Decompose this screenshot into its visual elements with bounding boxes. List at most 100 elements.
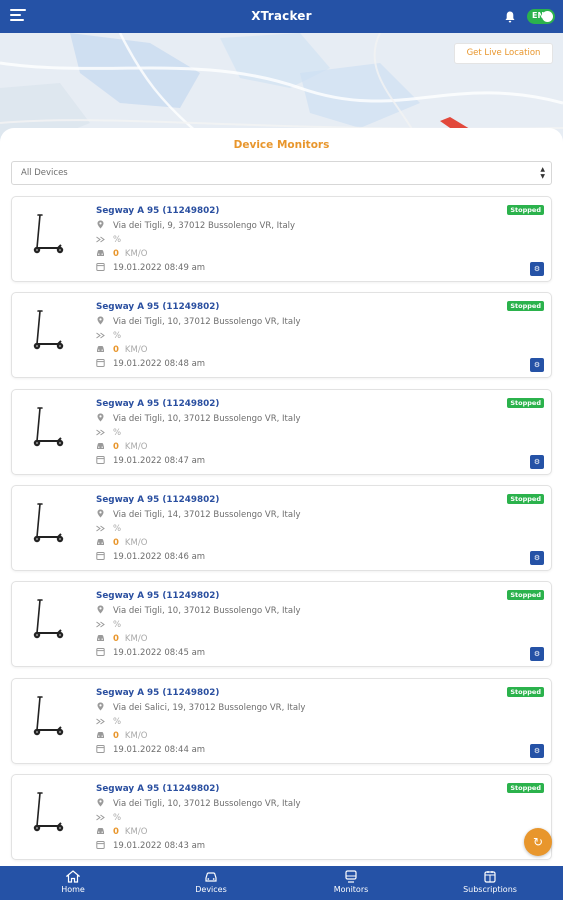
device-card[interactable]: Segway A 95 (11249802) Via dei Tigli, 10,… <box>11 581 552 668</box>
battery-icon <box>96 523 105 532</box>
monitor-icon <box>344 870 358 883</box>
calendar-icon <box>96 358 105 368</box>
device-time-row: 19.01.2022 08:48 am <box>96 358 205 369</box>
device-speed: 0 <box>113 634 119 645</box>
top-app-bar: XTracker EN <box>0 0 563 33</box>
status-badge: Stopped <box>507 590 544 601</box>
car-icon <box>204 870 218 883</box>
scooter-image <box>28 404 68 450</box>
nav-monitors-label: Monitors <box>333 885 369 894</box>
device-address-row: Via dei Salici, 19, 37012 Bussolengo VR,… <box>96 702 305 713</box>
device-details-button[interactable]: ⚙ <box>530 743 544 758</box>
device-name: Segway A 95 (11249802) <box>96 591 220 602</box>
device-speed: 0 <box>113 345 119 356</box>
calendar-icon <box>96 840 105 849</box>
device-card[interactable]: Segway A 95 (11249802) Via dei Tigli, 10,… <box>11 773 552 860</box>
battery-icon <box>96 619 105 628</box>
scooter-image <box>28 500 68 546</box>
device-time-row: 19.01.2022 08:49 am <box>96 262 205 273</box>
device-speed-row: 0 KM/O <box>96 633 147 644</box>
device-speed: 0 <box>113 249 119 259</box>
battery-icon <box>96 427 105 436</box>
device-speed-row: 0 KM/O <box>96 344 147 355</box>
status-badge: Stopped <box>507 301 544 312</box>
calendar-icon <box>483 870 497 883</box>
refresh-fab-button[interactable]: ↻ <box>524 828 552 856</box>
scooter-image <box>28 307 68 353</box>
calendar-icon <box>96 551 105 560</box>
device-card[interactable]: Segway A 95 (11249802) Via dei Tigli, 10,… <box>11 388 552 475</box>
device-address: Via dei Salici, 19, 37012 Bussolengo VR,… <box>113 702 306 713</box>
location-pin-icon <box>96 509 105 518</box>
device-speed-unit: KM/O <box>124 441 148 452</box>
device-speed-row: 0 KM/O <box>96 537 147 548</box>
device-details-button[interactable]: ⚙ <box>530 550 544 565</box>
device-address: Via dei Tigli, 10, 37012 Bussolengo VR, … <box>113 606 301 617</box>
location-pin-icon <box>96 605 105 614</box>
device-time-row: 19.01.2022 08:45 am <box>96 647 205 658</box>
status-badge: Stopped <box>507 782 544 793</box>
battery-icon <box>96 812 105 821</box>
device-battery: % <box>113 331 122 342</box>
location-pin-icon <box>96 220 105 229</box>
device-battery-row: % <box>96 427 121 438</box>
device-card[interactable]: Segway A 95 (11249802) Via dei Tigli, 9, … <box>11 196 552 282</box>
car-icon <box>96 633 105 642</box>
device-speed-unit: KM/O <box>124 537 148 548</box>
battery-icon <box>96 234 105 243</box>
device-name: Segway A 95 (11249802) <box>96 398 220 409</box>
device-battery: % <box>113 427 122 438</box>
device-filter-value: All Devices <box>21 168 68 178</box>
status-badge: Stopped <box>507 493 544 504</box>
device-address: Via dei Tigli, 10, 37012 Bussolengo VR, … <box>113 317 301 328</box>
nav-monitors[interactable]: Monitors <box>318 866 384 900</box>
device-name: Segway A 95 (11249802) <box>96 206 220 216</box>
get-live-location-button[interactable]: Get Live Location <box>454 43 553 64</box>
device-address-row: Via dei Tigli, 14, 37012 Bussolengo VR, … <box>96 509 300 520</box>
device-speed-row: 0 KM/O <box>96 441 147 452</box>
scooter-image <box>28 789 68 835</box>
device-card[interactable]: Segway A 95 (11249802) Via dei Tigli, 14,… <box>11 484 552 571</box>
device-details-button[interactable]: ⚙ <box>530 647 544 662</box>
language-toggle[interactable]: EN <box>527 9 555 24</box>
calendar-icon <box>96 744 105 753</box>
device-filter-select[interactable]: All Devices ▲ ▼ <box>11 161 552 185</box>
device-name: Segway A 95 (11249802) <box>96 783 220 794</box>
device-battery-row: % <box>96 234 121 245</box>
device-speed-unit: KM/O <box>124 634 148 645</box>
status-badge: Stopped <box>507 205 544 215</box>
device-time-row: 19.01.2022 08:44 am <box>96 744 205 755</box>
device-battery: % <box>113 620 122 631</box>
toggle-knob <box>542 11 553 22</box>
bottom-navigation: Home Devices Monitors Subscriptions <box>0 866 563 900</box>
nav-subscriptions[interactable]: Subscriptions <box>454 866 526 900</box>
device-details-button[interactable]: ⚙ <box>530 358 544 373</box>
nav-devices[interactable]: Devices <box>178 866 244 900</box>
calendar-icon <box>96 262 105 271</box>
bell-icon[interactable] <box>504 9 516 23</box>
device-card[interactable]: Segway A 95 (11249802) Via dei Tigli, 10,… <box>11 292 552 379</box>
device-speed: 0 <box>113 537 119 548</box>
device-speed: 0 <box>113 826 119 837</box>
nav-home[interactable]: Home <box>40 866 106 900</box>
device-address: Via dei Tigli, 9, 37012 Bussolengo VR, I… <box>113 221 296 231</box>
select-arrows-icon: ▲ ▼ <box>540 166 545 180</box>
panel-title: Device Monitors <box>233 139 330 151</box>
home-icon <box>66 870 80 883</box>
device-battery-row: % <box>96 523 121 534</box>
app-title: XTracker <box>251 9 312 23</box>
device-timestamp: 19.01.2022 08:48 am <box>113 359 206 370</box>
scooter-image <box>28 693 68 739</box>
scooter-image <box>28 211 68 257</box>
scooter-image <box>28 596 68 642</box>
nav-subscriptions-label: Subscriptions <box>463 885 517 894</box>
device-details-button[interactable]: ⚙ <box>530 454 544 469</box>
device-details-button[interactable]: ⚙ <box>530 262 544 276</box>
location-pin-icon <box>96 702 105 711</box>
device-speed-unit: KM/O <box>124 826 148 837</box>
device-timestamp: 19.01.2022 08:43 am <box>113 840 206 851</box>
device-address: Via dei Tigli, 10, 37012 Bussolengo VR, … <box>113 798 301 809</box>
device-speed: 0 <box>113 441 119 452</box>
battery-icon <box>96 330 105 339</box>
device-card[interactable]: Segway A 95 (11249802) Via dei Salici, 19… <box>11 677 552 764</box>
